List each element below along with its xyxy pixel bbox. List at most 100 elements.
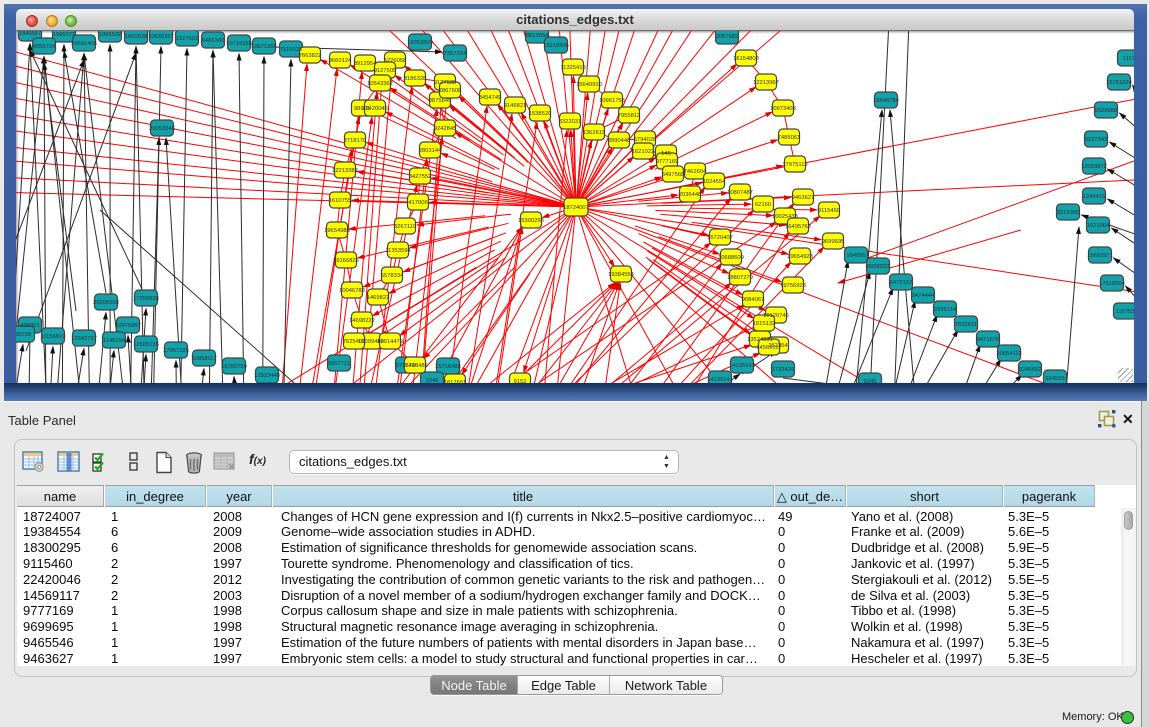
svg-text:6466160: 6466160 bbox=[202, 38, 225, 44]
svg-text:8427552: 8427552 bbox=[409, 174, 432, 180]
svg-text:9463627: 9463627 bbox=[792, 195, 815, 201]
svg-text:3267110: 3267110 bbox=[394, 224, 416, 230]
svg-text:1065528: 1065528 bbox=[125, 34, 148, 40]
svg-text:9329966: 9329966 bbox=[1095, 108, 1118, 114]
svg-text:16648784: 16648784 bbox=[873, 98, 900, 104]
svg-text:10975887: 10975887 bbox=[115, 323, 141, 329]
svg-text:15720407: 15720407 bbox=[707, 235, 733, 241]
svg-text:10046788: 10046788 bbox=[339, 288, 365, 294]
svg-text:9227343: 9227343 bbox=[1085, 137, 1108, 143]
svg-text:14698222: 14698222 bbox=[349, 318, 375, 324]
svg-text:9777169: 9777169 bbox=[656, 159, 679, 165]
svg-text:2803144: 2803144 bbox=[419, 148, 442, 154]
svg-text:9474444: 9474444 bbox=[912, 293, 935, 299]
svg-text:1527602: 1527602 bbox=[176, 36, 199, 42]
svg-text:19654985: 19654985 bbox=[324, 228, 350, 234]
svg-text:8813054: 8813054 bbox=[526, 33, 549, 39]
svg-text:1244415: 1244415 bbox=[1083, 194, 1106, 200]
svg-text:7625402: 7625402 bbox=[343, 339, 366, 345]
svg-text:20053346: 20053346 bbox=[149, 126, 175, 132]
svg-text:15300293: 15300293 bbox=[518, 218, 544, 224]
svg-text:10025438: 10025438 bbox=[772, 214, 798, 220]
svg-text:12923448: 12923448 bbox=[254, 373, 280, 379]
svg-text:15716485: 15716485 bbox=[402, 363, 428, 369]
svg-text:8912954: 8912954 bbox=[354, 61, 377, 67]
svg-text:8990448: 8990448 bbox=[608, 138, 631, 144]
svg-text:1046: 1046 bbox=[426, 378, 439, 383]
svg-text:16154808: 16154808 bbox=[733, 56, 759, 62]
svg-text:1840557: 1840557 bbox=[19, 31, 42, 37]
svg-text:19384554: 19384554 bbox=[608, 272, 635, 278]
svg-text:9857721: 9857721 bbox=[328, 361, 351, 367]
svg-text:18807279: 18807279 bbox=[727, 275, 753, 281]
svg-text:19756928: 19756928 bbox=[780, 283, 806, 289]
svg-text:1621022: 1621022 bbox=[632, 149, 655, 155]
svg-text:7955812: 7955812 bbox=[618, 113, 641, 119]
svg-text:7485063: 7485063 bbox=[778, 135, 801, 141]
svg-text:17957225: 17957225 bbox=[163, 348, 189, 354]
svg-text:2087682: 2087682 bbox=[716, 34, 739, 40]
svg-text:11156819: 11156819 bbox=[41, 334, 66, 340]
svg-text:3215955: 3215955 bbox=[1057, 210, 1080, 216]
svg-text:12213382: 12213382 bbox=[332, 168, 358, 174]
svg-text:9127508: 9127508 bbox=[434, 80, 457, 86]
svg-text:19166825: 19166825 bbox=[333, 258, 359, 264]
svg-text:10671355: 10671355 bbox=[251, 44, 277, 50]
svg-text:9152: 9152 bbox=[514, 379, 527, 383]
svg-text:16914479: 16914479 bbox=[377, 339, 403, 345]
svg-text:12093872: 12093872 bbox=[1081, 164, 1107, 170]
svg-text:1621064: 1621064 bbox=[1087, 223, 1110, 229]
svg-text:17016504: 17016504 bbox=[1099, 281, 1126, 287]
svg-text:10654112: 10654112 bbox=[996, 351, 1021, 357]
svg-text:14569117: 14569117 bbox=[756, 345, 781, 351]
svg-text:2867608: 2867608 bbox=[439, 88, 462, 94]
svg-text:5226058: 5226058 bbox=[384, 58, 407, 64]
svg-text:9242845: 9242845 bbox=[434, 126, 457, 132]
svg-text:15640910: 15640910 bbox=[576, 82, 602, 88]
svg-text:164095: 164095 bbox=[846, 253, 865, 259]
svg-text:10688609: 10688609 bbox=[718, 255, 744, 261]
svg-text:1362615: 1362615 bbox=[583, 130, 606, 136]
svg-text:7663822: 7663822 bbox=[299, 53, 322, 59]
svg-text:5578334: 5578334 bbox=[381, 273, 404, 279]
svg-text:16782759: 16782759 bbox=[221, 364, 247, 370]
svg-text:14136141: 14136141 bbox=[707, 377, 733, 383]
svg-text:14136141: 14136141 bbox=[729, 363, 755, 369]
svg-text:10543362: 10543362 bbox=[367, 81, 393, 87]
svg-text:1469822: 1469822 bbox=[367, 295, 390, 301]
svg-text:15218506: 15218506 bbox=[543, 43, 569, 49]
svg-text:20691406: 20691406 bbox=[71, 41, 97, 47]
svg-text:1817651: 1817651 bbox=[444, 380, 467, 383]
svg-text:9146821: 9146821 bbox=[504, 103, 527, 109]
svg-text:9115460: 9115460 bbox=[818, 208, 840, 214]
svg-text:6479197: 6479197 bbox=[890, 280, 913, 286]
svg-text:11325419: 11325419 bbox=[560, 65, 585, 71]
svg-text:7357224: 7357224 bbox=[444, 51, 467, 57]
svg-text:2935114: 2935114 bbox=[934, 307, 957, 313]
svg-text:435001: 435001 bbox=[20, 323, 39, 329]
svg-text:1065532: 1065532 bbox=[99, 32, 122, 38]
svg-text:10807487: 10807487 bbox=[727, 190, 753, 196]
svg-text:16053809: 16053809 bbox=[407, 40, 433, 46]
svg-text:15716485: 15716485 bbox=[435, 364, 461, 370]
svg-text:2036448: 2036448 bbox=[679, 192, 702, 198]
svg-text:12213967: 12213967 bbox=[753, 80, 779, 86]
svg-text:8186328: 8186328 bbox=[404, 76, 427, 82]
svg-text:9084067: 9084067 bbox=[742, 297, 765, 303]
svg-text:11353594: 11353594 bbox=[385, 248, 411, 254]
svg-text:10973403: 10973403 bbox=[770, 106, 796, 112]
svg-text:1615132: 1615132 bbox=[753, 321, 776, 327]
svg-text:10958117: 10958117 bbox=[191, 356, 216, 362]
svg-text:17359928: 17359928 bbox=[133, 296, 159, 302]
svg-text:12342737: 12342737 bbox=[71, 336, 97, 342]
svg-text:9699695: 9699695 bbox=[822, 239, 845, 245]
svg-text:2718170: 2718170 bbox=[344, 138, 367, 144]
svg-text:3875645: 3875645 bbox=[429, 98, 452, 104]
svg-text:15751024: 15751024 bbox=[1106, 80, 1133, 86]
svg-text:17975115: 17975115 bbox=[782, 162, 807, 168]
svg-text:924565: 924565 bbox=[1045, 376, 1064, 382]
svg-text:10655257: 10655257 bbox=[148, 34, 174, 40]
svg-text:39159: 39159 bbox=[16, 332, 31, 338]
svg-text:9245652: 9245652 bbox=[1019, 367, 1042, 373]
svg-text:19654923: 19654923 bbox=[787, 254, 813, 260]
